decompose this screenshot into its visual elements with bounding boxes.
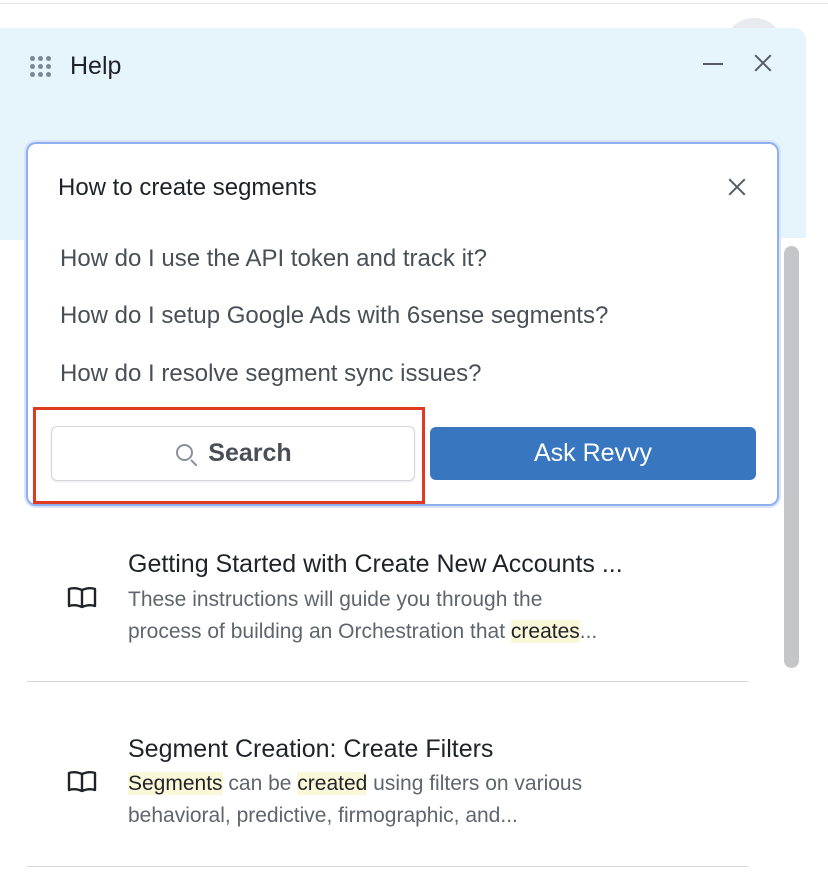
article-title: Getting Started with Create New Accounts… (128, 550, 623, 578)
snippet-text: using filters on various (367, 772, 583, 795)
book-icon (67, 587, 97, 609)
panel-title: Help (70, 52, 122, 80)
search-icon (174, 442, 198, 466)
search-query[interactable]: How to create segments (58, 174, 317, 202)
divider (27, 866, 748, 867)
book-icon (67, 771, 97, 793)
snippet-highlight: created (297, 772, 368, 795)
top-divider (0, 0, 828, 4)
article-snippet: These instructions will guide you throug… (128, 584, 688, 648)
snippet-text: can be (222, 772, 298, 795)
suggestion-item[interactable]: How do I setup Google Ads with 6sense se… (60, 302, 608, 330)
snippet-line: process of building an Orchestration tha… (128, 616, 688, 648)
search-dropdown: How to create segments How do I use the … (26, 142, 779, 506)
snippet-line: Segments can be created using filters on… (128, 768, 688, 800)
article-snippet: Segments can be created using filters on… (128, 768, 688, 832)
suggestion-item[interactable]: How do I use the API token and track it? (60, 245, 487, 273)
search-button[interactable]: Search (51, 426, 415, 481)
article-title: Segment Creation: Create Filters (128, 735, 494, 763)
clear-icon[interactable] (724, 174, 750, 200)
snippet-highlight: creates (510, 620, 580, 643)
snippet-line: behavioral, predictive, firmographic, an… (128, 804, 518, 827)
snippet-text: process of building an Orchestration tha… (128, 620, 511, 643)
suggestion-item[interactable]: How do I resolve segment sync issues? (60, 360, 482, 388)
snippet-highlight: Segments (128, 772, 223, 795)
grid-icon[interactable] (30, 56, 52, 78)
ask-revvy-button[interactable]: Ask Revvy (430, 427, 756, 480)
scrollbar-thumb[interactable] (784, 246, 799, 668)
snippet-line: These instructions will guide you throug… (128, 588, 543, 611)
close-icon[interactable] (750, 50, 776, 76)
help-panel: Help Getting Started with Create New Acc… (0, 28, 806, 884)
article-item[interactable]: Getting Started with Create New Accounts… (27, 528, 748, 688)
snippet-text: ... (579, 620, 598, 643)
minimize-icon[interactable] (700, 50, 726, 76)
divider (27, 681, 748, 682)
article-item[interactable]: Segment Creation: Create Filters Segment… (27, 714, 748, 874)
search-button-label: Search (208, 439, 292, 467)
